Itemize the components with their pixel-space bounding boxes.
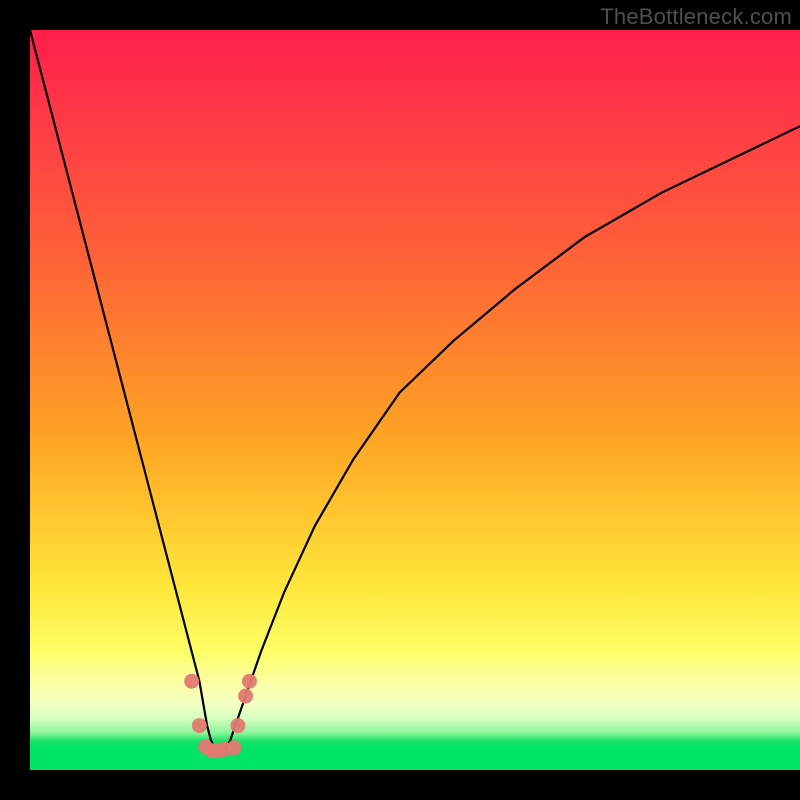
chart-frame: TheBottleneck.com (0, 0, 800, 800)
marker-dot (204, 743, 219, 758)
marker-dot (210, 743, 225, 758)
marker-dot (242, 674, 257, 689)
bottleneck-curve-svg (30, 30, 800, 770)
marker-dot (192, 718, 207, 733)
marker-dot (198, 740, 213, 755)
marker-dot (217, 742, 232, 757)
plot-area (30, 30, 800, 770)
attribution-text: TheBottleneck.com (600, 4, 792, 30)
frame-left-bar (0, 0, 30, 800)
marker-dot (230, 718, 245, 733)
frame-bottom-bar (0, 770, 800, 800)
marker-dot (227, 740, 242, 755)
curve-markers (184, 674, 257, 759)
bottleneck-curve (30, 30, 800, 752)
marker-dot (238, 689, 253, 704)
marker-dot (184, 674, 199, 689)
